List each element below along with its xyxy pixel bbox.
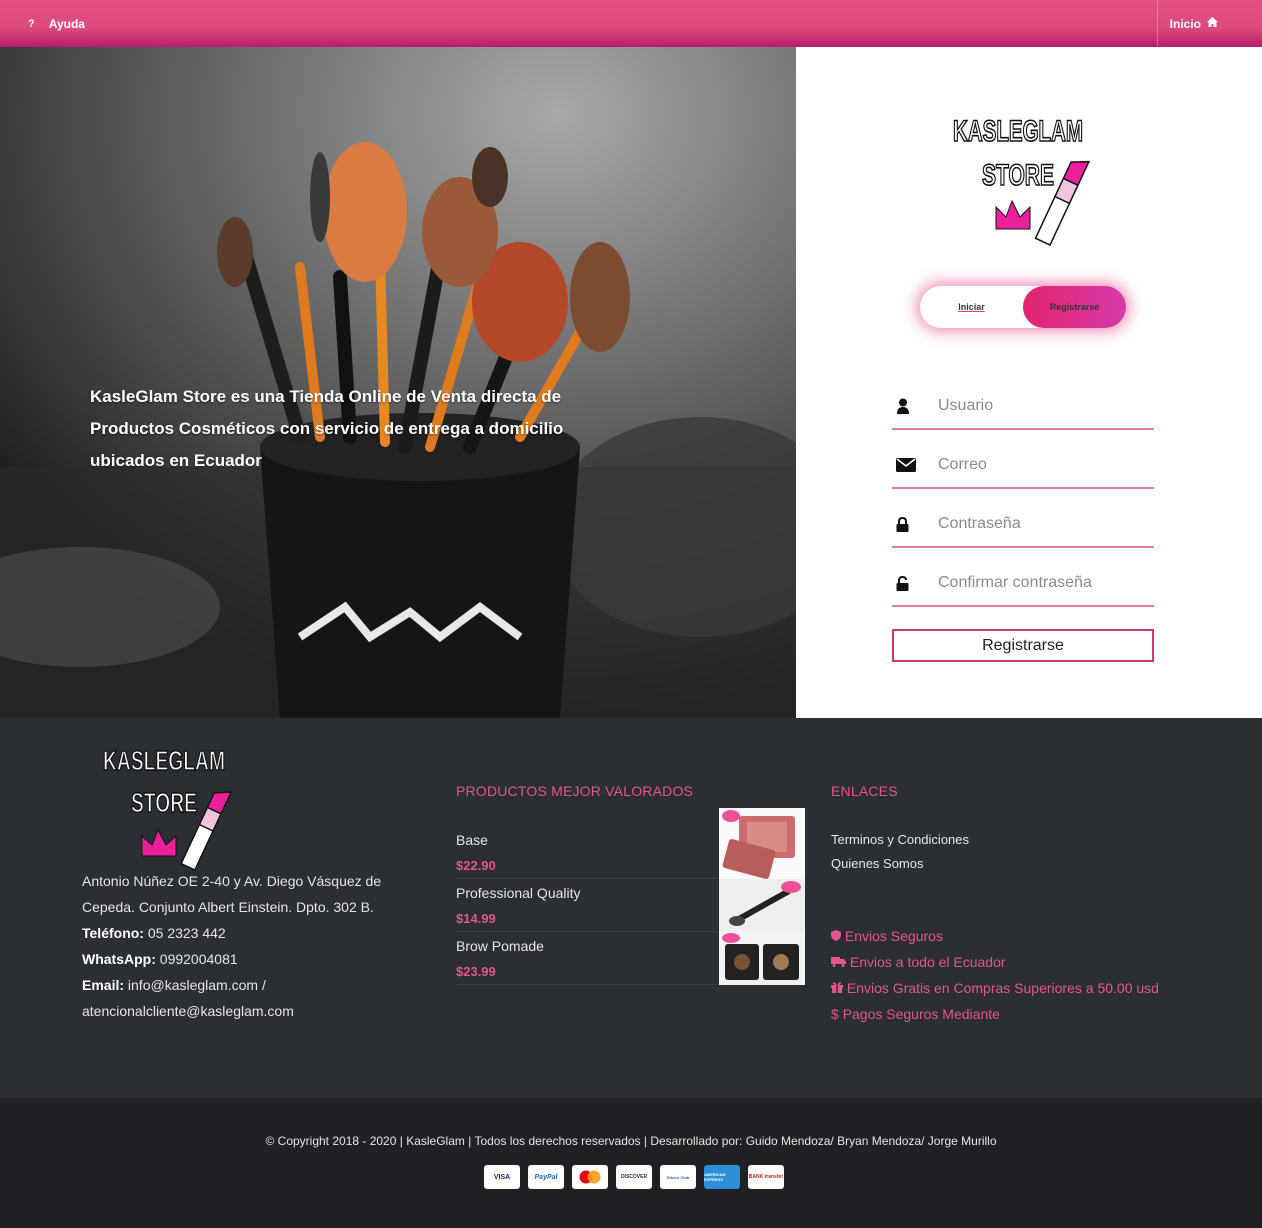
product-name[interactable]: Base xyxy=(456,832,488,848)
lock-icon xyxy=(892,516,938,532)
help-link[interactable]: ? Ayuda xyxy=(0,17,85,31)
product-name[interactable]: Professional Quality xyxy=(456,885,581,901)
about-link[interactable]: Quienes Somos xyxy=(831,856,924,871)
email-line: Email: info@kasleglam.com / xyxy=(82,972,412,998)
tab-register[interactable]: Registrarse xyxy=(1023,286,1126,328)
perk-item: Envios Seguros xyxy=(831,928,943,944)
mastercard-card-icon: mastercard xyxy=(572,1165,608,1189)
bank-transfer-icon: BANK transfer xyxy=(748,1165,784,1189)
perk-item: Envios a todo el Ecuador xyxy=(831,954,1006,970)
product-item[interactable]: Professional Quality $14.99 xyxy=(456,879,805,932)
phone-label: Teléfono: xyxy=(82,925,144,941)
user-icon xyxy=(892,398,938,414)
home-link[interactable]: Inicio xyxy=(1156,0,1262,47)
product-item[interactable]: Brow Pomade $23.99 xyxy=(456,932,805,985)
product-item[interactable]: Base $22.90 xyxy=(456,808,805,879)
tab-login[interactable]: Iniciar xyxy=(920,302,1023,312)
whatsapp-label: WhatsApp: xyxy=(82,951,156,967)
perk-label: Envios Gratis en Compras Superiores a 50… xyxy=(846,980,1159,996)
truck-icon xyxy=(831,954,846,970)
products-title: PRODUCTOS MEJOR VALORADOS xyxy=(456,783,694,799)
product-name[interactable]: Brow Pomade xyxy=(456,938,544,954)
footer-logo: KASLEGLAM STORE xyxy=(98,742,238,877)
perk-label: Envios a todo el Ecuador xyxy=(849,954,1006,970)
gift-icon xyxy=(831,980,843,996)
mastercard-circles xyxy=(579,1170,601,1184)
kasleglam-logo: KASLEGLAM STORE xyxy=(946,109,1096,254)
product-thumbnail[interactable] xyxy=(719,932,805,985)
password-field xyxy=(892,502,1154,548)
whatsapp-line: WhatsApp: 0992004081 xyxy=(82,946,412,972)
phone-line: Teléfono: 05 2323 442 xyxy=(82,920,412,946)
email-field xyxy=(892,443,1154,489)
links-title: ENLACES xyxy=(831,783,898,799)
email-value-2[interactable]: atencionalcliente@kasleglam.com xyxy=(82,998,412,1024)
unlock-icon xyxy=(892,575,938,591)
password-input[interactable] xyxy=(938,515,1138,533)
product-price: $23.99 xyxy=(456,964,496,979)
home-label: Inicio xyxy=(1169,16,1201,31)
amex-card-icon: AMERICAN EXPRESS xyxy=(704,1165,740,1189)
payment-methods: VISA PayPal mastercard DISCOVER Diners C… xyxy=(484,1165,784,1189)
phone-value: 05 2323 442 xyxy=(147,925,226,941)
username-field xyxy=(892,384,1154,430)
confirm-password-field xyxy=(892,561,1154,607)
envelope-icon xyxy=(892,458,938,472)
paypal-card-icon: PayPal xyxy=(528,1165,564,1189)
footer-address-block: Antonio Núñez OE 2-40 y Av. Diego Vásque… xyxy=(82,868,412,1024)
visa-card-icon: VISA xyxy=(484,1165,520,1189)
question-icon: ? xyxy=(28,17,35,30)
auth-toggle: Iniciar Registrarse xyxy=(920,286,1126,328)
svg-text:KASLEGLAM: KASLEGLAM xyxy=(103,745,225,776)
whatsapp-value: 0992004081 xyxy=(159,951,238,967)
shield-icon xyxy=(831,928,841,944)
help-label: Ayuda xyxy=(48,16,85,31)
product-thumbnail[interactable] xyxy=(719,808,805,879)
perk-item: Envios Gratis en Compras Superiores a 50… xyxy=(831,980,1159,996)
footer: KASLEGLAM STORE Antonio Núñez OE 2-40 y … xyxy=(0,718,1262,1098)
email-value[interactable]: info@kasleglam.com / xyxy=(128,977,266,993)
perk-label: Pagos Seguros Mediante xyxy=(842,1006,1000,1022)
username-input[interactable] xyxy=(938,397,1138,415)
diners-club-card-icon: Diners Club xyxy=(660,1165,696,1189)
perk-item: $ Pagos Seguros Mediante xyxy=(831,1006,1000,1022)
product-thumbnail[interactable] xyxy=(719,879,805,932)
perk-label: Envios Seguros xyxy=(844,928,943,944)
svg-text:KASLEGLAM: KASLEGLAM xyxy=(953,115,1083,148)
svg-text:STORE: STORE xyxy=(982,159,1054,192)
copyright-bar: © Copyright 2018 - 2020 | KasleGlam | To… xyxy=(0,1098,1262,1228)
discover-card-icon: DISCOVER xyxy=(616,1165,652,1189)
product-price: $14.99 xyxy=(456,911,496,926)
dollar-icon: $ xyxy=(831,1006,839,1022)
email-label: Email: xyxy=(82,977,125,993)
register-button[interactable]: Registrarse xyxy=(892,629,1154,662)
address-text: Antonio Núñez OE 2-40 y Av. Diego Vásque… xyxy=(82,873,382,915)
top-bar: ? Ayuda Inicio xyxy=(0,0,1262,47)
hero-text: KasleGlam Store es una Tienda Online de … xyxy=(90,387,564,470)
email-input[interactable] xyxy=(938,456,1138,474)
product-price: $22.90 xyxy=(456,858,496,873)
copyright-text: © Copyright 2018 - 2020 | KasleGlam | To… xyxy=(265,1134,997,1148)
register-panel: KASLEGLAM STORE Iniciar Registrarse Usua… xyxy=(796,47,1262,718)
terms-link[interactable]: Terminos y Condiciones xyxy=(831,832,969,847)
confirm-password-input[interactable] xyxy=(938,574,1138,592)
svg-text:STORE: STORE xyxy=(131,787,197,818)
home-icon xyxy=(1207,17,1218,30)
hero-banner: KasleGlam Store es una Tienda Online de … xyxy=(0,47,796,718)
